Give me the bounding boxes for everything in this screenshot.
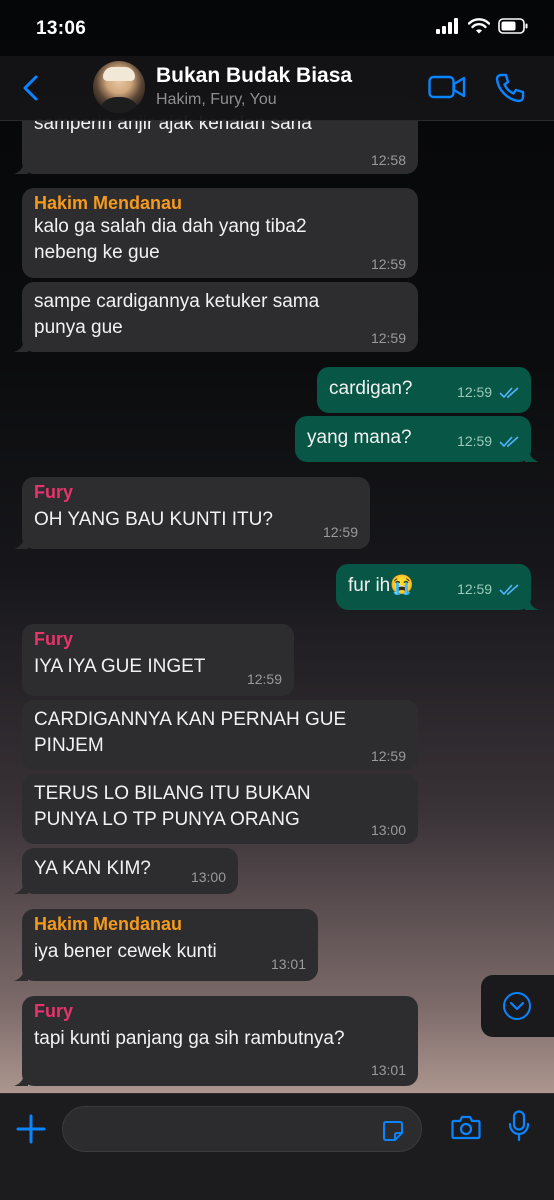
message-time: 13:01 [370, 1062, 406, 1078]
chat-area: samperin anjir ajak kenalan sana 12:58 H… [0, 0, 554, 1093]
message-text: tapi kunti panjang ga sih rambutnya? [34, 1028, 345, 1049]
message-bubble[interactable]: YA KAN KIM? 13:00 [14, 848, 238, 894]
message-time: 13:00 [190, 869, 226, 885]
status-time: 13:06 [36, 18, 87, 39]
bubble-tail [14, 160, 28, 174]
message-bubble[interactable]: yang mana? 12:59 [295, 416, 539, 462]
message-bubble[interactable]: sampe cardigannya ketuker sama punya gue… [14, 282, 418, 352]
sender-name[interactable]: Fury [34, 481, 358, 503]
message-text: YA KAN KIM? [34, 858, 151, 879]
message-time-status: 12:59 [457, 433, 521, 449]
message-bubble[interactable]: cardigan? 12:59 [317, 367, 531, 413]
message-time-status: 12:59 [457, 384, 521, 400]
message-text: kalo ga salah dia dah yang tiba2 nebeng … [34, 216, 307, 263]
status-bar: 13:06 [0, 0, 554, 56]
message-time: 12:59 [457, 581, 493, 597]
message-bubble[interactable]: Fury IYA IYA GUE INGET 12:59 [22, 624, 294, 696]
cellular-signal-icon [436, 18, 458, 34]
read-receipt-icon [499, 584, 519, 596]
message-time: 12:59 [322, 524, 358, 540]
chat-title[interactable]: Bukan Budak Biasa [156, 64, 352, 88]
status-icons [436, 18, 528, 34]
message-bubble[interactable]: Hakim Mendanau iya bener cewek kunti 13:… [14, 909, 318, 981]
read-receipt-icon [499, 436, 519, 448]
message-text: sampe cardigannya ketuker sama punya gue [34, 291, 320, 338]
message-time-status: 12:59 [457, 581, 521, 597]
message-text: TERUS LO BILANG ITU BUKAN PUNYA LO TP PU… [34, 783, 311, 830]
avatar-hair [103, 67, 135, 81]
message-text: IYA IYA GUE INGET [34, 656, 206, 677]
wifi-icon [468, 18, 490, 34]
group-avatar[interactable] [93, 61, 145, 113]
message-text: OH YANG BAU KUNTI ITU? [34, 509, 273, 530]
message-time: 12:59 [457, 433, 493, 449]
message-time: 12:59 [370, 748, 406, 764]
bubble-tail [14, 967, 28, 981]
bubble-tail [525, 596, 539, 610]
camera-icon[interactable] [451, 1114, 481, 1140]
message-text: CARDIGANNYA KAN PERNAH GUE PINJEM [34, 709, 347, 756]
scroll-to-bottom-button[interactable] [481, 975, 554, 1037]
bubble-tail [14, 1072, 28, 1086]
battery-icon [498, 18, 528, 34]
sender-name[interactable]: Hakim Mendanau [34, 913, 306, 935]
message-time: 12:59 [370, 256, 406, 272]
chat-participants[interactable]: Hakim, Fury, You [156, 91, 277, 109]
chevron-down-circle-icon [503, 992, 531, 1020]
bubble-tail [14, 535, 28, 549]
message-bubble[interactable]: Fury tapi kunti panjang ga sih rambutnya… [14, 996, 418, 1086]
message-text: yang mana? [307, 427, 412, 448]
read-receipt-icon [499, 387, 519, 399]
message-time: 13:00 [370, 822, 406, 838]
sender-name[interactable]: Hakim Mendanau [34, 192, 406, 214]
message-text: iya bener cewek kunti [34, 941, 217, 962]
message-time: 13:01 [270, 956, 306, 972]
message-input-bar [0, 1093, 554, 1200]
message-bubble[interactable]: CARDIGANNYA KAN PERNAH GUE PINJEM 12:59 [22, 700, 418, 770]
message-text: fur ih😭 [348, 575, 414, 596]
back-chevron-icon[interactable] [18, 72, 44, 104]
message-time: 12:59 [370, 330, 406, 346]
sender-name[interactable]: Fury [34, 1000, 406, 1022]
video-call-icon[interactable] [428, 74, 466, 100]
avatar-shirt [97, 97, 141, 113]
bubble-tail [14, 880, 28, 894]
plus-icon[interactable] [16, 1114, 46, 1144]
microphone-icon[interactable] [508, 1110, 530, 1142]
phone-call-icon[interactable] [494, 72, 526, 104]
sender-name[interactable]: Fury [34, 628, 282, 650]
message-text: cardigan? [329, 378, 413, 399]
message-time: 12:58 [370, 152, 406, 168]
message-bubble[interactable]: Hakim Mendanau kalo ga salah dia dah yan… [22, 188, 418, 278]
bubble-tail [525, 448, 539, 462]
chat-header: Bukan Budak Biasa Hakim, Fury, You [0, 56, 554, 121]
sticker-icon[interactable] [381, 1119, 405, 1143]
message-bubble[interactable]: TERUS LO BILANG ITU BUKAN PUNYA LO TP PU… [22, 774, 418, 844]
message-bubble[interactable]: Fury OH YANG BAU KUNTI ITU? 12:59 [14, 477, 370, 549]
message-input[interactable] [62, 1106, 422, 1152]
bubble-tail [14, 338, 28, 352]
message-time: 12:59 [457, 384, 493, 400]
message-time: 12:59 [246, 671, 282, 687]
message-bubble[interactable]: fur ih😭 12:59 [336, 564, 539, 610]
